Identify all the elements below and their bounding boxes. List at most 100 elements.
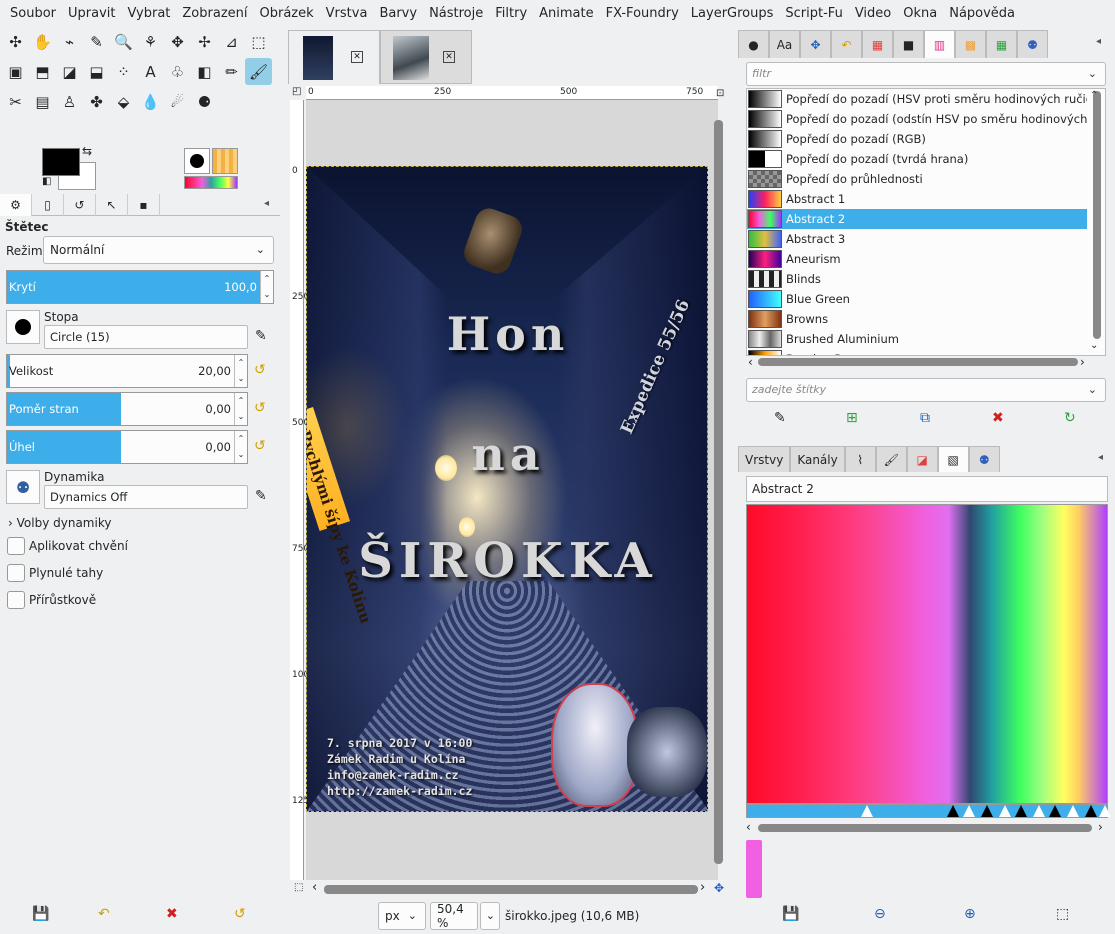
menu-0[interactable]: Soubor <box>4 0 62 28</box>
gradient-stop-marker[interactable] <box>1033 805 1045 817</box>
ruler-corner-icon[interactable]: ◰ <box>292 86 301 97</box>
quick-mask-icon[interactable]: ⬚ <box>294 882 303 893</box>
active-pattern-preview[interactable] <box>212 148 238 174</box>
tab-undo-history[interactable]: ↺ <box>64 194 96 216</box>
tool-button-3-7[interactable]: ☄ <box>164 88 191 115</box>
tab-color-history[interactable]: ◪ <box>906 446 938 472</box>
tab-brushes[interactable]: ● <box>738 30 769 58</box>
tool-button-1-2[interactable]: ✋ <box>29 28 56 55</box>
tab-gradient-editor[interactable]: ▧ <box>937 446 969 472</box>
tab-lower-dynamics[interactable]: ⚉ <box>968 446 1000 472</box>
gradient-stop-marker[interactable] <box>947 805 959 817</box>
angle-slider[interactable]: Úhel 0,00 ⌃ ⌄ <box>6 430 248 464</box>
tool-button-2-8[interactable]: ◧ <box>191 58 218 85</box>
save-options-icon[interactable]: 💾 <box>32 906 49 922</box>
tool-button-2-1[interactable]: ▣ <box>2 58 29 85</box>
gradient-stop-bar[interactable] <box>746 804 1111 818</box>
brush-select-button[interactable] <box>6 310 40 344</box>
tool-button-1-5[interactable]: 🔍 <box>110 28 137 55</box>
tool-button-2-6[interactable]: A <box>137 58 164 85</box>
gradient-list-item[interactable]: Abstract 3 <box>747 229 1087 249</box>
restore-options-icon[interactable]: ↶ <box>98 906 110 922</box>
gradient-list-item[interactable]: Popředí do pozadí (HSV proti směru hodin… <box>747 89 1087 109</box>
tab-dynamics[interactable]: ⚉ <box>1017 30 1048 58</box>
panel-menu-icon[interactable]: ◂ <box>264 198 269 209</box>
tab-paint-brush[interactable]: 🖌 <box>875 446 907 472</box>
gradient-tags-input[interactable]: zadejte štítky ⌄ <box>746 378 1106 402</box>
tool-button-2-5[interactable]: ⁘ <box>110 58 137 85</box>
tab-palettes[interactable]: ▦ <box>986 30 1017 58</box>
tab-paths[interactable]: ⌇ <box>844 446 876 472</box>
reset-colors-icon[interactable]: ◧ <box>42 176 51 187</box>
tab-gradients[interactable]: ▥ <box>924 30 955 58</box>
gradient-list-hscrollbar[interactable] <box>758 358 1078 366</box>
tool-button-2-4[interactable]: ⬓ <box>83 58 110 85</box>
tool-button-3-4[interactable]: ✤ <box>83 88 110 115</box>
tab-pattern-swatch[interactable]: ▩ <box>955 30 986 58</box>
zoom-fit-icon[interactable]: ⊡ <box>716 88 724 99</box>
tab-colors[interactable]: ■ <box>893 30 924 58</box>
tool-button-3-2[interactable]: ▤ <box>29 88 56 115</box>
tab-device-status[interactable]: ▯ <box>32 194 64 216</box>
brush-name-field[interactable]: Circle (15) <box>44 325 248 349</box>
gradient-list-item[interactable]: Abstract 2 <box>747 209 1087 229</box>
tool-button-3-5[interactable]: ⬙ <box>110 88 137 115</box>
menu-4[interactable]: Obrázek <box>254 0 320 28</box>
tool-button-2-3[interactable]: ◪ <box>56 58 83 85</box>
foreground-color-swatch[interactable] <box>42 148 80 176</box>
tab-channels[interactable]: Kanály <box>790 446 845 472</box>
size-spin[interactable]: ⌃ ⌄ <box>234 355 247 387</box>
tool-button-2-7[interactable]: ♧ <box>164 58 191 85</box>
gradient-list-scrollbar[interactable] <box>1093 91 1101 339</box>
tool-button-2-9[interactable]: ✏ <box>218 58 245 85</box>
aspect-spin[interactable]: ⌃ ⌄ <box>234 393 247 425</box>
tool-button-3-3[interactable]: ♙ <box>56 88 83 115</box>
unit-select[interactable]: px ⌄ <box>378 902 426 930</box>
size-slider[interactable]: Velikost 20,00 ⌃ ⌄ <box>6 354 248 388</box>
gradient-stop-marker[interactable] <box>963 805 975 817</box>
menu-2[interactable]: Vybrat <box>121 0 176 28</box>
tool-button-3-6[interactable]: 💧 <box>137 88 164 115</box>
aspect-slider[interactable]: Poměr stran 0,00 ⌃ ⌄ <box>6 392 248 426</box>
close-icon[interactable]: ✕ <box>351 51 363 63</box>
gradient-list[interactable]: Popředí do pozadí (HSV proti směru hodin… <box>746 88 1106 356</box>
edit-brush-icon[interactable]: ✎ <box>255 328 267 344</box>
gradient-editor-scrollbar[interactable] <box>758 824 1092 832</box>
gradient-list-item[interactable]: Popředí do pozadí (tvrdá hrana) <box>747 149 1087 169</box>
gradient-stop-marker[interactable] <box>1099 805 1111 817</box>
gradient-list-item[interactable]: Brushed Aluminium <box>747 329 1087 349</box>
tool-button-1-7[interactable]: ✥ <box>164 28 191 55</box>
gradient-list-item[interactable]: Blinds <box>747 269 1087 289</box>
image-tab-1[interactable]: ✕ <box>288 30 380 84</box>
gradient-list-item[interactable]: Browns <box>747 309 1087 329</box>
scroll-right-icon[interactable]: › <box>1080 355 1085 369</box>
tool-button-2-10[interactable]: 🖌 <box>245 58 272 85</box>
swap-colors-icon[interactable]: ⇆ <box>82 144 92 158</box>
delete-options-icon[interactable]: ✖ <box>166 906 178 922</box>
menu-3[interactable]: Zobrazení <box>176 0 253 28</box>
save-gradient-icon[interactable]: 💾 <box>782 906 799 922</box>
tab-tool-options[interactable]: ⚙ <box>0 194 32 216</box>
zoom-all-icon[interactable]: ⬚ <box>1056 906 1069 922</box>
tool-button-1-4[interactable]: ✎ <box>83 28 110 55</box>
tab-layers[interactable]: Vrstvy <box>738 446 791 472</box>
scroll-up-icon[interactable]: ⌃ <box>1090 90 1098 101</box>
scroll-left-icon[interactable]: ‹ <box>312 880 317 895</box>
refresh-gradients-icon[interactable]: ↻ <box>1064 410 1076 426</box>
tool-button-1-6[interactable]: ⚘ <box>137 28 164 55</box>
zoom-out-icon[interactable]: ⊖ <box>874 906 886 922</box>
zoom-field[interactable]: 50,4 % <box>430 902 478 930</box>
gradient-list-item[interactable]: Popředí do průhlednosti <box>747 169 1087 189</box>
menu-9[interactable]: Animate <box>533 0 599 28</box>
reset-options-icon[interactable]: ↺ <box>234 906 246 922</box>
gradient-stop-marker[interactable] <box>1067 805 1079 817</box>
gradient-stop-marker[interactable] <box>861 805 873 817</box>
active-gradient-preview[interactable] <box>184 176 238 189</box>
dynamics-options-expander[interactable]: › Volby dynamiky <box>8 516 111 530</box>
gradient-name-field[interactable]: Abstract 2 <box>746 476 1108 502</box>
scroll-right-icon[interactable]: › <box>1098 820 1103 834</box>
gradient-list-item[interactable]: Popředí do pozadí (RGB) <box>747 129 1087 149</box>
zoom-dropdown[interactable]: ⌄ <box>480 902 500 930</box>
menu-1[interactable]: Upravit <box>62 0 121 28</box>
new-gradient-icon[interactable]: ⊞ <box>846 410 858 426</box>
